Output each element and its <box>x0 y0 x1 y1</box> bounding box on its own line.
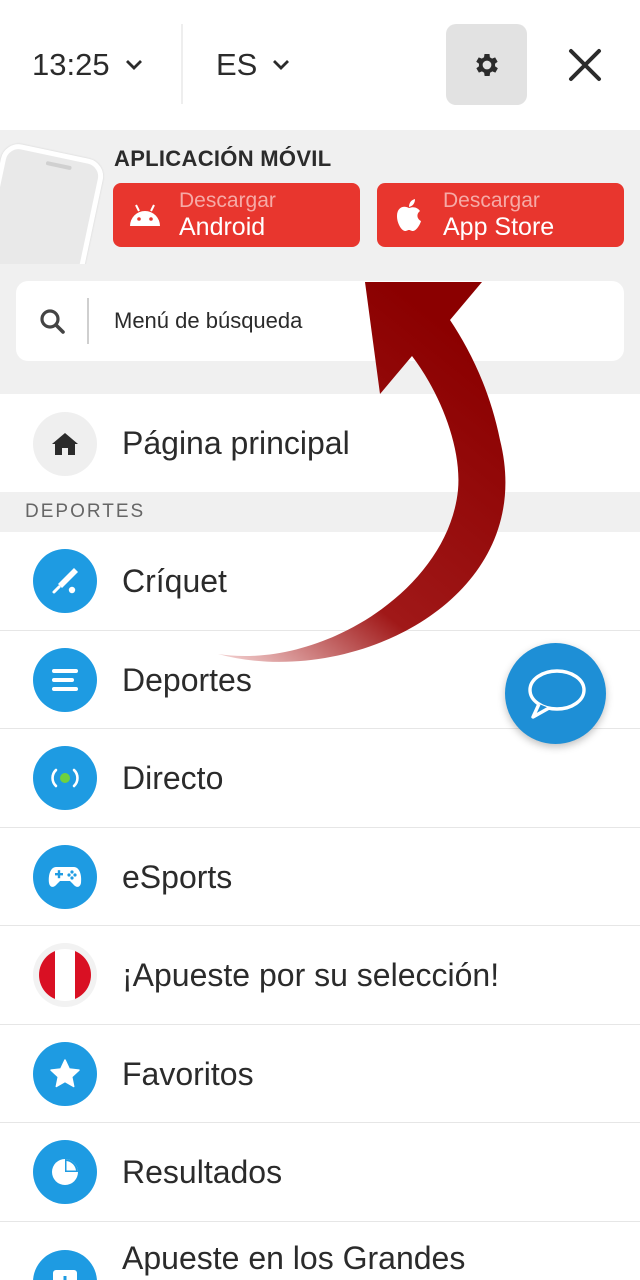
search-icon <box>40 309 65 334</box>
chat-button[interactable] <box>505 643 606 744</box>
appstore-small-label: Descargar <box>443 189 540 212</box>
phone-illustration <box>0 140 107 264</box>
live-icon <box>51 768 79 788</box>
menu-icon-circle <box>33 1041 97 1106</box>
home-icon <box>52 433 78 455</box>
menu-item-cricket[interactable]: Críquet <box>0 532 640 631</box>
star-icon <box>50 1058 80 1087</box>
search-input[interactable]: Menú de búsqueda <box>16 281 624 361</box>
menu-item-label: Resultados <box>122 1154 283 1190</box>
menu-icon-circle <box>33 746 97 810</box>
menu-item-favorites[interactable]: Favoritos <box>0 1024 640 1123</box>
bar-chart-icon <box>53 1269 77 1280</box>
menu-icon-circle <box>33 1249 97 1280</box>
appstore-big-label: App Store <box>443 213 555 241</box>
menu-item-label: Página principal <box>122 425 350 461</box>
android-big-label: Android <box>179 213 266 241</box>
close-icon <box>569 49 601 81</box>
android-small-label: Descargar <box>179 189 276 212</box>
menu-item-label: Directo <box>122 760 224 796</box>
menu-item-label: eSports <box>122 858 233 895</box>
app-banner-title: APLICACIÓN MÓVIL <box>114 146 332 171</box>
gear-icon <box>475 53 498 76</box>
menu-item-esports[interactable]: eSports <box>0 827 640 926</box>
chevron-down-icon <box>273 60 290 70</box>
section-header: DEPORTES <box>0 492 640 532</box>
search-section: Menú de búsqueda <box>0 264 640 394</box>
menu-item-national-team[interactable]: ¡Apueste por su selección! <box>0 926 640 1025</box>
download-android-button[interactable]: Descargar Android <box>113 183 360 247</box>
cricket-icon <box>52 568 78 594</box>
section-title: DEPORTES <box>25 501 146 522</box>
divider <box>181 24 183 104</box>
menu-icon-circle <box>33 1140 97 1204</box>
top-bar: 13:25 ES <box>0 0 640 130</box>
peru-flag-icon <box>39 949 91 1001</box>
android-icon <box>130 204 160 226</box>
time-value: 13:25 <box>32 47 110 82</box>
language-selector[interactable]: ES <box>216 40 291 90</box>
search-placeholder: Menú de búsqueda <box>114 308 303 333</box>
menu-icon-circle <box>33 943 97 1007</box>
menu-icon-circle <box>33 549 97 613</box>
chat-icon <box>527 668 586 719</box>
settings-button[interactable] <box>446 24 527 105</box>
chevron-down-icon <box>125 60 142 70</box>
app-download-banner: APLICACIÓN MÓVIL Descargar Android Desca… <box>0 130 640 264</box>
menu-item-label: Apueste en los Grandes <box>122 1239 466 1276</box>
time-selector[interactable]: 13:25 <box>32 40 144 90</box>
menu-icon-circle <box>33 647 97 712</box>
menu-item-home[interactable]: Página principal <box>0 394 640 492</box>
close-button[interactable] <box>562 42 608 88</box>
menu-item-label: ¡Apueste por su selección! <box>122 957 500 993</box>
gamepad-icon <box>48 866 82 887</box>
menu-item-big-events[interactable]: Apueste en los Grandes <box>0 1221 640 1280</box>
download-appstore-button[interactable]: Descargar App Store <box>377 183 624 247</box>
pie-chart-icon <box>52 1159 78 1185</box>
language-value: ES <box>216 47 258 82</box>
menu-item-live[interactable]: Directo <box>0 729 640 828</box>
list-icon <box>52 668 78 691</box>
menu-item-results[interactable]: Resultados <box>0 1123 640 1222</box>
apple-icon <box>397 199 421 231</box>
menu-item-label: Deportes <box>122 661 252 698</box>
search-divider <box>87 298 89 344</box>
menu-item-label: Favoritos <box>122 1055 254 1092</box>
home-icon-circle <box>33 412 97 476</box>
menu-item-label: Críquet <box>122 563 227 599</box>
menu-icon-circle <box>33 844 97 909</box>
